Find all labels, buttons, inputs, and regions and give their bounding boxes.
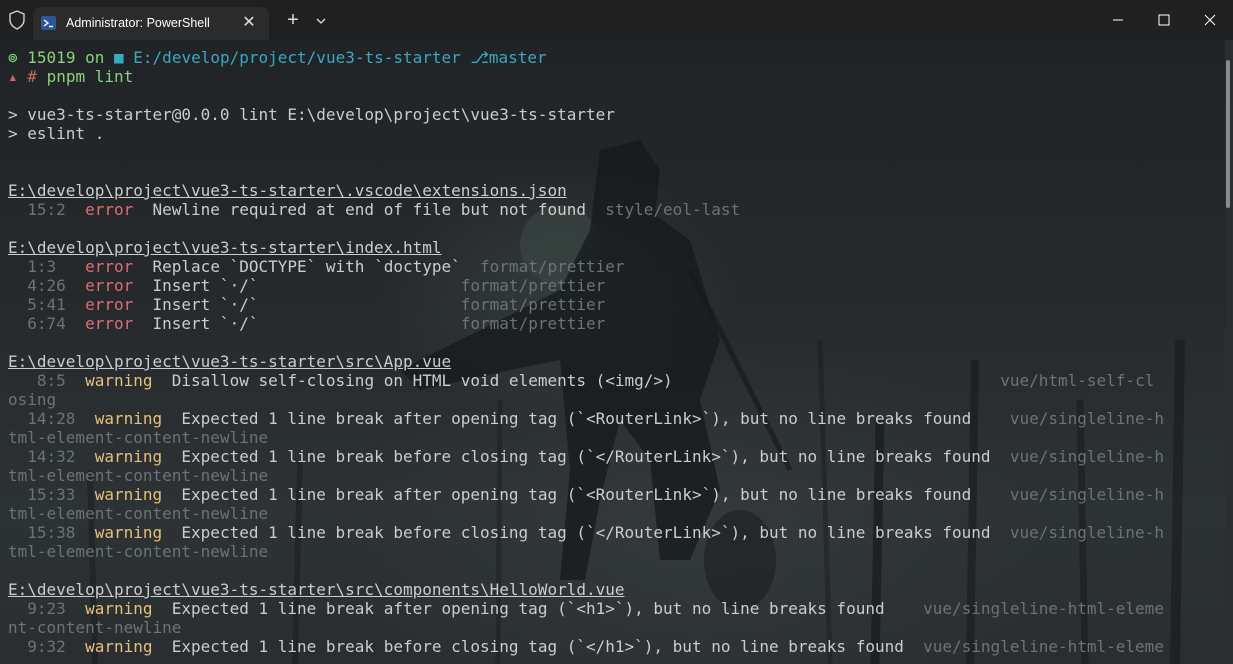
file-path: E:\develop\project\vue3-ts-starter\index… <box>8 238 442 257</box>
prompt-path: E:/develop/project/vue3-ts-starter <box>133 48 461 67</box>
lint-issue: 15:38 warning Expected 1 line break befo… <box>27 523 1164 542</box>
command-text: pnpm lint <box>46 67 134 86</box>
file-path: E:\develop\project\vue3-ts-starter\src\c… <box>8 580 625 599</box>
tab-powershell[interactable]: Administrator: PowerShell ✕ <box>33 7 269 40</box>
eslint-line: > eslint . <box>8 124 105 143</box>
maximize-button[interactable] <box>1141 0 1187 40</box>
powershell-icon <box>41 16 56 30</box>
command-line: ▴ # pnpm lint <box>8 67 133 86</box>
lint-issue: 9:32 warning Expected 1 line break befor… <box>27 637 1164 656</box>
status-icon: ▴ <box>8 67 18 86</box>
terminal-output[interactable]: ⊚ 15019 on ■ E:/develop/project/vue3-ts-… <box>0 40 1225 664</box>
lint-issue: 15:2 error Newline required at end of fi… <box>27 200 741 219</box>
file-path: E:\develop\project\vue3-ts-starter\src\A… <box>8 352 452 371</box>
new-tab-button[interactable]: + <box>282 10 304 32</box>
lint-issue: 8:5 warning Disallow self-closing on HTM… <box>36 371 1155 390</box>
prompt-hash: # <box>27 67 37 86</box>
lint-issue: 1:3 error Replace `DOCTYPE` with `doctyp… <box>27 257 625 276</box>
folder-icon: ■ <box>114 48 124 67</box>
rule-wrap: tml-element-content-newline <box>8 504 269 523</box>
prompt-on: on <box>85 48 105 67</box>
prompt-line: ⊚ 15019 on ■ E:/develop/project/vue3-ts-… <box>8 48 547 67</box>
lint-issue: 9:23 warning Expected 1 line break after… <box>27 599 1164 618</box>
rule-wrap: tml-element-content-newline <box>8 428 269 447</box>
scrollbar-thumb[interactable] <box>1226 60 1230 208</box>
lint-issue: 6:74 error Insert `·/` format/prettier <box>27 314 606 333</box>
shield-icon <box>9 10 25 30</box>
user-icon: ⊚ <box>8 48 18 67</box>
rule-wrap: osing <box>8 390 57 409</box>
title-bar: Administrator: PowerShell ✕ + <box>0 0 1233 40</box>
script-line: > vue3-ts-starter@0.0.0 lint E:\develop\… <box>8 105 615 124</box>
git-branch-icon: ⎇ <box>470 48 489 67</box>
lint-issue: 14:28 warning Expected 1 line break afte… <box>27 409 1164 428</box>
rule-wrap: nt-content-newline <box>8 618 182 637</box>
tab-title: Administrator: PowerShell <box>66 16 210 30</box>
prompt-number: 15019 <box>27 48 76 67</box>
lint-issue: 14:32 warning Expected 1 line break befo… <box>27 447 1164 466</box>
close-tab-button[interactable]: ✕ <box>239 13 259 33</box>
minimize-button[interactable] <box>1095 0 1141 40</box>
file-path: E:\develop\project\vue3-ts-starter\.vsco… <box>8 181 567 200</box>
rule-wrap: tml-element-content-newline <box>8 466 269 485</box>
rule-wrap: tml-element-content-newline <box>8 542 269 561</box>
lint-issue: 15:33 warning Expected 1 line break afte… <box>27 485 1164 504</box>
prompt-branch: master <box>488 48 547 67</box>
chevron-down-icon[interactable] <box>312 12 330 30</box>
lint-issue: 5:41 error Insert `·/` format/prettier <box>27 295 606 314</box>
close-window-button[interactable] <box>1187 0 1233 40</box>
lint-issue: 4:26 error Insert `·/` format/prettier <box>27 276 606 295</box>
